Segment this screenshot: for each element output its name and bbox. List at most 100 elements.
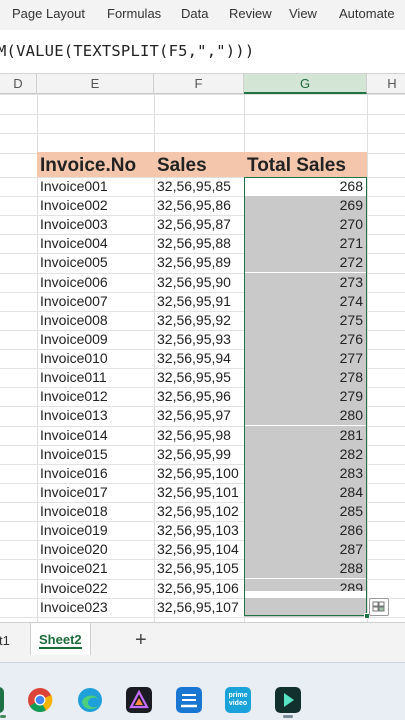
sales-cell[interactable]: 32,56,95,97	[154, 406, 244, 425]
quick-analysis-button[interactable]	[369, 598, 389, 616]
worksheet-grid[interactable]: Invoice.No Sales Total Sales Invoice001 3…	[0, 94, 405, 622]
invoice-cell[interactable]: Invoice020	[37, 540, 154, 559]
tab-page-layout[interactable]: Page Layout	[12, 6, 85, 21]
header-total-sales[interactable]: Total Sales	[244, 152, 367, 177]
filmora-icon[interactable]	[275, 687, 301, 713]
total-sales-cell[interactable]: 268	[244, 177, 367, 196]
sales-cell[interactable]: 32,56,95,107	[154, 598, 244, 617]
sales-cell[interactable]: 32,56,95,98	[154, 426, 244, 445]
column-header-e[interactable]: E	[37, 74, 154, 94]
invoice-cell[interactable]: Invoice013	[37, 406, 154, 425]
total-sales-cell[interactable]	[244, 598, 367, 617]
invoice-cell[interactable]: Invoice011	[37, 368, 154, 387]
invoice-cell[interactable]: Invoice001	[37, 177, 154, 196]
sales-cell[interactable]: 32,56,95,87	[154, 215, 244, 234]
header-invoice-no[interactable]: Invoice.No	[37, 152, 154, 177]
total-sales-cell[interactable]: 289	[244, 579, 367, 591]
invoice-cell[interactable]: Invoice012	[37, 387, 154, 406]
sales-cell[interactable]: 32,56,95,88	[154, 234, 244, 253]
excel-icon[interactable]	[0, 687, 4, 713]
invoice-cell[interactable]: Invoice022	[37, 579, 154, 598]
invoice-cell[interactable]: Invoice023	[37, 598, 154, 617]
total-sales-cell[interactable]: 277	[244, 349, 367, 368]
gridline-horizontal	[0, 617, 405, 618]
total-sales-cell[interactable]: 280	[244, 406, 367, 425]
taskbar: prime video	[0, 662, 405, 720]
sales-cell[interactable]: 32,56,95,85	[154, 177, 244, 196]
sales-cell[interactable]: 32,56,95,94	[154, 349, 244, 368]
invoice-cell[interactable]: Invoice016	[37, 464, 154, 483]
sales-cell[interactable]: 32,56,95,91	[154, 292, 244, 311]
tab-automate[interactable]: Automate	[339, 6, 395, 21]
invoice-cell[interactable]: Invoice007	[37, 292, 154, 311]
sales-cell[interactable]: 32,56,95,93	[154, 330, 244, 349]
total-sales-cell[interactable]: 269	[244, 196, 367, 215]
invoice-cell[interactable]: Invoice015	[37, 445, 154, 464]
header-sales[interactable]: Sales	[154, 152, 244, 177]
sales-cell[interactable]: 32,56,95,101	[154, 483, 244, 502]
sheet-tab-sheet2[interactable]: Sheet2	[30, 623, 91, 655]
total-sales-cell[interactable]: 282	[244, 445, 367, 464]
invoice-cell[interactable]: Invoice009	[37, 330, 154, 349]
invoice-cell[interactable]: Invoice017	[37, 483, 154, 502]
sales-cell[interactable]: 32,56,95,92	[154, 311, 244, 330]
total-sales-cell[interactable]: 286	[244, 521, 367, 540]
edge-icon[interactable]	[77, 687, 103, 713]
invoice-cell[interactable]: Invoice003	[37, 215, 154, 234]
total-sales-cell[interactable]: 279	[244, 387, 367, 406]
invoice-cell[interactable]: Invoice002	[37, 196, 154, 215]
tab-data[interactable]: Data	[181, 6, 208, 21]
total-sales-cell[interactable]: 274	[244, 292, 367, 311]
sales-cell[interactable]: 32,56,95,96	[154, 387, 244, 406]
total-sales-cell[interactable]: 276	[244, 330, 367, 349]
invoice-cell[interactable]: Invoice018	[37, 502, 154, 521]
column-header-d[interactable]: D	[0, 74, 37, 94]
total-sales-cell[interactable]: 287	[244, 540, 367, 559]
sales-cell[interactable]: 32,56,95,95	[154, 368, 244, 387]
add-sheet-button[interactable]: +	[135, 629, 147, 652]
formula-bar[interactable]: M(VALUE(TEXTSPLIT(F5,",")))	[0, 30, 405, 74]
gridline-vertical	[367, 94, 368, 622]
sales-cell[interactable]: 32,56,95,105	[154, 559, 244, 578]
invoice-cell[interactable]: Invoice006	[37, 273, 154, 292]
total-sales-cell[interactable]: 271	[244, 234, 367, 253]
total-sales-cell[interactable]: 281	[244, 426, 367, 445]
column-header-h[interactable]: H	[367, 74, 405, 94]
total-sales-cell[interactable]: 278	[244, 368, 367, 387]
sales-cell[interactable]: 32,56,95,103	[154, 521, 244, 540]
invoice-cell[interactable]: Invoice010	[37, 349, 154, 368]
sales-cell[interactable]: 32,56,95,106	[154, 579, 244, 598]
prime-video-icon[interactable]: prime video	[225, 687, 251, 713]
invoice-cell[interactable]: Invoice021	[37, 559, 154, 578]
formula-text[interactable]: M(VALUE(TEXTSPLIT(F5,",")))	[0, 42, 254, 60]
sheet-tab-previous[interactable]: t1	[0, 633, 10, 648]
sales-cell[interactable]: 32,56,95,102	[154, 502, 244, 521]
total-sales-cell[interactable]: 275	[244, 311, 367, 330]
total-sales-cell[interactable]: 285	[244, 502, 367, 521]
total-sales-cell[interactable]: 283	[244, 464, 367, 483]
invoice-cell[interactable]: Invoice005	[37, 253, 154, 272]
sales-cell[interactable]: 32,56,95,100	[154, 464, 244, 483]
invoice-cell[interactable]: Invoice019	[37, 521, 154, 540]
column-header-g[interactable]: G	[244, 74, 367, 94]
tab-view[interactable]: View	[289, 6, 317, 21]
sales-cell[interactable]: 32,56,95,89	[154, 253, 244, 272]
total-sales-cell[interactable]: 288	[244, 559, 367, 578]
chrome-icon[interactable]	[27, 687, 53, 713]
total-sales-cell[interactable]: 273	[244, 273, 367, 292]
invoice-cell[interactable]: Invoice014	[37, 426, 154, 445]
affinity-icon[interactable]	[126, 687, 152, 713]
tab-review[interactable]: Review	[229, 6, 272, 21]
invoice-cell[interactable]: Invoice008	[37, 311, 154, 330]
column-header-f[interactable]: F	[154, 74, 244, 94]
sales-cell[interactable]: 32,56,95,86	[154, 196, 244, 215]
invoice-cell[interactable]: Invoice004	[37, 234, 154, 253]
sales-cell[interactable]: 32,56,95,90	[154, 273, 244, 292]
total-sales-cell[interactable]: 270	[244, 215, 367, 234]
sales-cell[interactable]: 32,56,95,104	[154, 540, 244, 559]
file-upload-icon[interactable]	[176, 687, 202, 713]
total-sales-cell[interactable]: 272	[244, 253, 367, 272]
total-sales-cell[interactable]: 284	[244, 483, 367, 502]
tab-formulas[interactable]: Formulas	[107, 6, 161, 21]
sales-cell[interactable]: 32,56,95,99	[154, 445, 244, 464]
